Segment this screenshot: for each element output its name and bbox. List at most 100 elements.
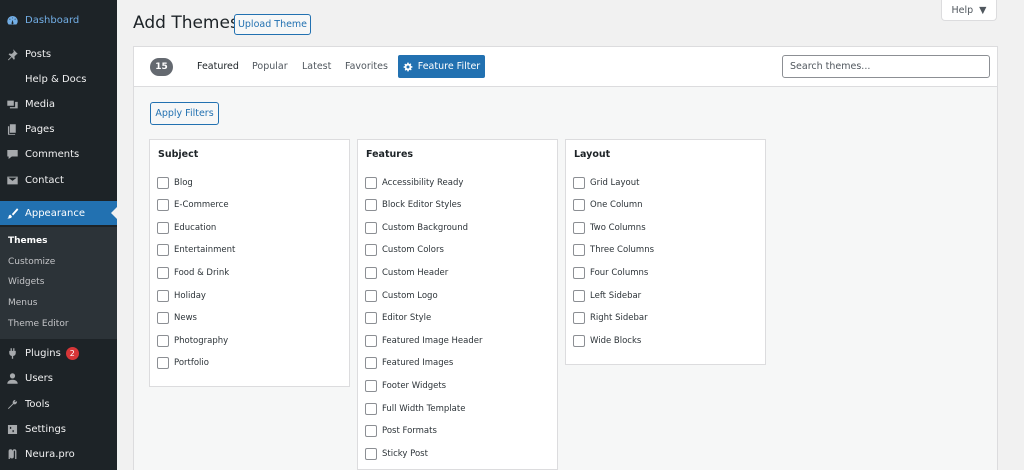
submenu-item-theme-editor[interactable]: Theme Editor	[8, 319, 69, 329]
filter-option-label: Portfolio	[174, 358, 209, 369]
tab-popular[interactable]: Popular	[252, 61, 288, 72]
sidebar-item-label: Plugins	[25, 347, 61, 359]
filter-group-title: Layout	[574, 149, 611, 160]
filter-checkbox[interactable]	[573, 312, 585, 325]
filter-checkbox[interactable]	[365, 221, 377, 234]
filter-option[interactable]: Editor Style	[365, 312, 431, 325]
filter-option[interactable]: Photography	[157, 334, 228, 347]
media-icon	[5, 97, 19, 111]
sidebar-item-pages[interactable]: Pages	[0, 117, 117, 141]
sidebar-item-contact[interactable]: Contact	[0, 168, 117, 192]
filter-option-label: Entertainment	[174, 245, 236, 256]
filter-checkbox[interactable]	[365, 379, 377, 392]
filter-option[interactable]: Four Columns	[573, 266, 648, 279]
filter-option[interactable]: Block Editor Styles	[365, 199, 461, 212]
filter-checkbox[interactable]	[365, 199, 377, 212]
submenu-item-customize[interactable]: Customize	[8, 257, 55, 267]
filter-checkbox[interactable]	[573, 289, 585, 302]
filter-option[interactable]: Accessibility Ready	[365, 176, 463, 189]
filter-option[interactable]: News	[157, 312, 197, 325]
filter-checkbox[interactable]	[157, 176, 169, 189]
filter-checkbox[interactable]	[365, 447, 377, 460]
filter-checkbox[interactable]	[365, 266, 377, 279]
tab-latest[interactable]: Latest	[302, 61, 331, 72]
submenu-item-menus[interactable]: Menus	[8, 298, 37, 308]
sidebar-item-label: Comments	[25, 148, 80, 160]
filter-checkbox[interactable]	[365, 357, 377, 370]
filter-option[interactable]: Holiday	[157, 289, 206, 302]
submenu-item-widgets[interactable]: Widgets	[8, 277, 44, 287]
filter-option[interactable]: Featured Images	[365, 357, 453, 370]
sidebar-item-tools[interactable]: Tools	[0, 392, 117, 416]
filter-option[interactable]: Sticky Post	[365, 447, 428, 460]
filter-option[interactable]: Right Sidebar	[573, 312, 648, 325]
filter-checkbox[interactable]	[365, 312, 377, 325]
filter-checkbox[interactable]	[157, 199, 169, 212]
filter-option[interactable]: Post Formats	[365, 425, 437, 438]
sidebar-item-posts[interactable]: Posts	[0, 42, 117, 66]
sidebar-item-users[interactable]: Users	[0, 366, 117, 390]
tab-featured[interactable]: Featured	[197, 61, 239, 72]
filter-checkbox[interactable]	[157, 266, 169, 279]
filter-checkbox[interactable]	[365, 425, 377, 438]
filter-option-label: Three Columns	[590, 245, 655, 256]
filter-checkbox[interactable]	[573, 176, 585, 189]
filter-checkbox[interactable]	[157, 221, 169, 234]
feature-filter-button[interactable]: Feature Filter	[398, 55, 485, 78]
sidebar-item-plugins[interactable]: Plugins 2	[0, 341, 117, 365]
search-themes-input[interactable]	[782, 55, 990, 78]
submenu-item-themes[interactable]: Themes	[8, 236, 48, 246]
users-icon	[5, 371, 19, 385]
filter-option[interactable]: Full Width Template	[365, 402, 465, 415]
filter-checkbox[interactable]	[573, 244, 585, 257]
sidebar-item-label: Help & Docs	[25, 73, 87, 85]
sidebar-item-help-docs[interactable]: Help & Docs	[0, 67, 117, 91]
sidebar-item-dashboard[interactable]: Dashboard	[0, 8, 117, 32]
sidebar-item-neura-pro[interactable]: Neura.pro	[0, 442, 117, 466]
filter-checkbox[interactable]	[573, 221, 585, 234]
filter-option[interactable]: Education	[157, 221, 216, 234]
filter-checkbox[interactable]	[157, 289, 169, 302]
filter-option[interactable]: Footer Widgets	[365, 379, 446, 392]
sidebar-item-appearance[interactable]: Appearance	[0, 201, 117, 225]
filter-option[interactable]: Food & Drink	[157, 266, 229, 279]
filter-option[interactable]: Three Columns	[573, 244, 654, 257]
filter-option[interactable]: Custom Colors	[365, 244, 444, 257]
filter-option[interactable]: Portfolio	[157, 357, 209, 370]
sidebar-item-comments[interactable]: Comments	[0, 142, 117, 166]
filter-checkbox[interactable]	[157, 334, 169, 347]
upload-theme-button[interactable]: Upload Theme	[234, 14, 311, 35]
filter-option[interactable]: Left Sidebar	[573, 289, 641, 302]
filter-option-label: Full Width Template	[382, 403, 466, 414]
filter-checkbox[interactable]	[365, 334, 377, 347]
filter-checkbox[interactable]	[157, 357, 169, 370]
filter-option[interactable]: Custom Logo	[365, 289, 438, 302]
sidebar-item-media[interactable]: Media	[0, 92, 117, 116]
filter-option[interactable]: Custom Background	[365, 221, 468, 234]
filter-checkbox[interactable]	[365, 402, 377, 415]
filter-checkbox[interactable]	[573, 334, 585, 347]
tab-favorites[interactable]: Favorites	[345, 61, 388, 72]
help-button[interactable]: Help ▼	[941, 0, 997, 21]
apply-filters-button[interactable]: Apply Filters	[150, 102, 219, 125]
filter-option[interactable]: Featured Image Header	[365, 334, 483, 347]
filter-checkbox[interactable]	[157, 312, 169, 325]
filter-checkbox[interactable]	[573, 266, 585, 279]
filter-checkbox[interactable]	[365, 176, 377, 189]
filter-option-label: Custom Colors	[382, 245, 444, 256]
filter-option[interactable]: Wide Blocks	[573, 334, 641, 347]
filter-option[interactable]: One Column	[573, 199, 643, 212]
filter-option[interactable]: E-Commerce	[157, 199, 229, 212]
filter-option[interactable]: Entertainment	[157, 244, 235, 257]
filter-checkbox[interactable]	[365, 289, 377, 302]
filter-checkbox[interactable]	[365, 244, 377, 257]
theme-count-badge: 15	[150, 58, 173, 76]
filter-checkbox[interactable]	[573, 199, 585, 212]
filter-option[interactable]: Grid Layout	[573, 176, 639, 189]
filter-checkbox[interactable]	[157, 244, 169, 257]
filter-option[interactable]: Two Columns	[573, 221, 646, 234]
filter-option-label: News	[174, 313, 197, 324]
sidebar-item-settings[interactable]: Settings	[0, 417, 117, 441]
filter-option[interactable]: Blog	[157, 176, 193, 189]
filter-option[interactable]: Custom Header	[365, 266, 448, 279]
